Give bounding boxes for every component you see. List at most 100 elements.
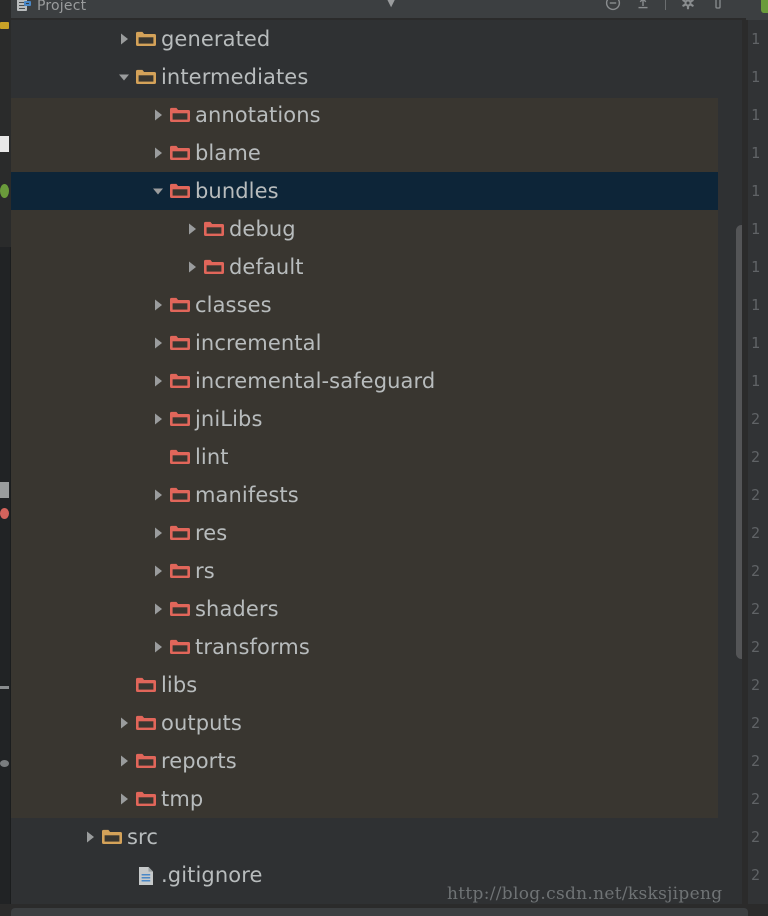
marker-white[interactable] <box>0 136 9 152</box>
folder-orange-icon <box>101 818 125 856</box>
folder-red-icon <box>169 438 193 476</box>
scroll-from-source-icon[interactable] <box>635 0 651 11</box>
tree-row-annotations[interactable]: annotations <box>11 96 742 134</box>
tree-row-libs[interactable]: libs <box>11 666 742 704</box>
folder-red-icon <box>203 248 227 286</box>
tree-row-reports[interactable]: reports <box>11 742 742 780</box>
tree-row-transforms[interactable]: transforms <box>11 628 742 666</box>
tree-row-src[interactable]: src <box>11 818 742 856</box>
marker-gray[interactable] <box>0 482 9 498</box>
tree-row-bundles[interactable]: bundles <box>11 172 742 210</box>
line-number: 2 <box>751 676 761 694</box>
tree-row-generated[interactable]: generated <box>11 20 742 58</box>
marker-green[interactable] <box>0 184 9 198</box>
bottom-tool-strip[interactable] <box>11 908 748 916</box>
chevron-right-icon[interactable] <box>113 704 135 742</box>
tree-row-label: src <box>127 825 158 849</box>
chevron-right-icon[interactable] <box>147 324 169 362</box>
tree-row-outputs[interactable]: outputs <box>11 704 742 742</box>
folder-red-icon <box>169 476 193 514</box>
tree-row-blame[interactable]: blame <box>11 134 742 172</box>
chevron-right-icon[interactable] <box>147 514 169 552</box>
chevron-right-icon[interactable] <box>113 780 135 818</box>
tree-row-tmp[interactable]: tmp <box>11 780 742 818</box>
chevron-right-icon[interactable] <box>147 134 169 172</box>
toolbar-separator <box>665 0 666 10</box>
chevron-right-icon[interactable] <box>147 628 169 666</box>
folder-red-icon <box>135 666 159 704</box>
chevron-right-icon[interactable] <box>181 210 203 248</box>
chevron-right-icon[interactable] <box>113 742 135 780</box>
tree-row-manifests[interactable]: manifests <box>11 476 742 514</box>
tree-row-shaders[interactable]: shaders <box>11 590 742 628</box>
chevron-right-icon[interactable] <box>113 20 135 58</box>
text-file-icon <box>135 856 159 894</box>
chevron-right-icon[interactable] <box>147 552 169 590</box>
tree-row-label: jniLibs <box>195 407 263 431</box>
line-number: 2 <box>751 790 761 808</box>
chevron-right-icon[interactable] <box>181 248 203 286</box>
line-number: 2 <box>751 828 761 846</box>
chevron-down-icon[interactable]: ▼ <box>387 0 395 9</box>
tree-row-label: lint <box>195 445 229 469</box>
chevron-down-icon[interactable] <box>113 58 135 96</box>
vertical-scrollbar-thumb[interactable] <box>736 225 742 659</box>
editor-tab-peek <box>746 0 768 20</box>
tree-row-rs[interactable]: rs <box>11 552 742 590</box>
settings-gear-icon[interactable] <box>680 0 696 11</box>
android-studio-project-panel: 111111111122222222222222 generatedinterm… <box>0 0 768 916</box>
chevron-down-icon[interactable] <box>147 172 169 210</box>
tree-row-incremental[interactable]: incremental <box>11 324 742 362</box>
project-tree-viewport[interactable]: generated intermediates annotations blame bu… <box>11 20 742 916</box>
tree-row-label: outputs <box>161 711 242 735</box>
marker-error[interactable] <box>0 508 9 519</box>
line-number: 2 <box>751 486 761 504</box>
collapse-all-icon[interactable] <box>605 0 621 11</box>
tree-row-debug[interactable]: debug <box>11 210 742 248</box>
folder-red-icon <box>169 134 193 172</box>
folder-red-icon <box>169 286 193 324</box>
tree-row-res[interactable]: res <box>11 514 742 552</box>
tree-row-classes[interactable]: classes <box>11 286 742 324</box>
tool-window-toolbar[interactable] <box>411 0 748 19</box>
tree-row-label: generated <box>161 27 271 51</box>
project-tree[interactable]: generated intermediates annotations blame bu… <box>11 20 742 894</box>
chevron-right-icon[interactable] <box>147 476 169 514</box>
chevron-right-icon[interactable] <box>147 362 169 400</box>
tree-row-label: blame <box>195 141 261 165</box>
tree-row-jniLibs[interactable]: jniLibs <box>11 400 742 438</box>
chevron-right-icon[interactable] <box>147 96 169 134</box>
folder-orange-icon <box>135 58 159 96</box>
tree-row-default[interactable]: default <box>11 248 742 286</box>
chevron-right-icon[interactable] <box>147 286 169 324</box>
tool-window-header[interactable]: Project ▼ <box>11 0 411 19</box>
tree-row-intermediates[interactable]: intermediates <box>11 58 742 96</box>
line-number: 2 <box>751 562 761 580</box>
tree-row-lint[interactable]: lint <box>11 438 742 476</box>
line-number: 2 <box>751 714 761 732</box>
project-structure-icon <box>17 0 32 13</box>
marker-warning[interactable] <box>0 22 9 29</box>
folder-red-icon <box>169 514 193 552</box>
chevron-right-icon[interactable] <box>147 400 169 438</box>
tree-row-label: res <box>195 521 228 545</box>
hide-icon[interactable] <box>710 0 726 11</box>
chevron-right-icon[interactable] <box>79 818 101 856</box>
chevron-right-icon[interactable] <box>147 590 169 628</box>
marker-tick-1[interactable] <box>0 686 9 689</box>
tree-row-incremental-safeguard[interactable]: incremental-safeguard <box>11 362 742 400</box>
tree-row-label: incremental-safeguard <box>195 369 436 393</box>
marker-tick-2[interactable] <box>0 760 9 767</box>
folder-red-icon <box>169 628 193 666</box>
folder-red-icon <box>169 324 193 362</box>
tree-row-label: manifests <box>195 483 299 507</box>
